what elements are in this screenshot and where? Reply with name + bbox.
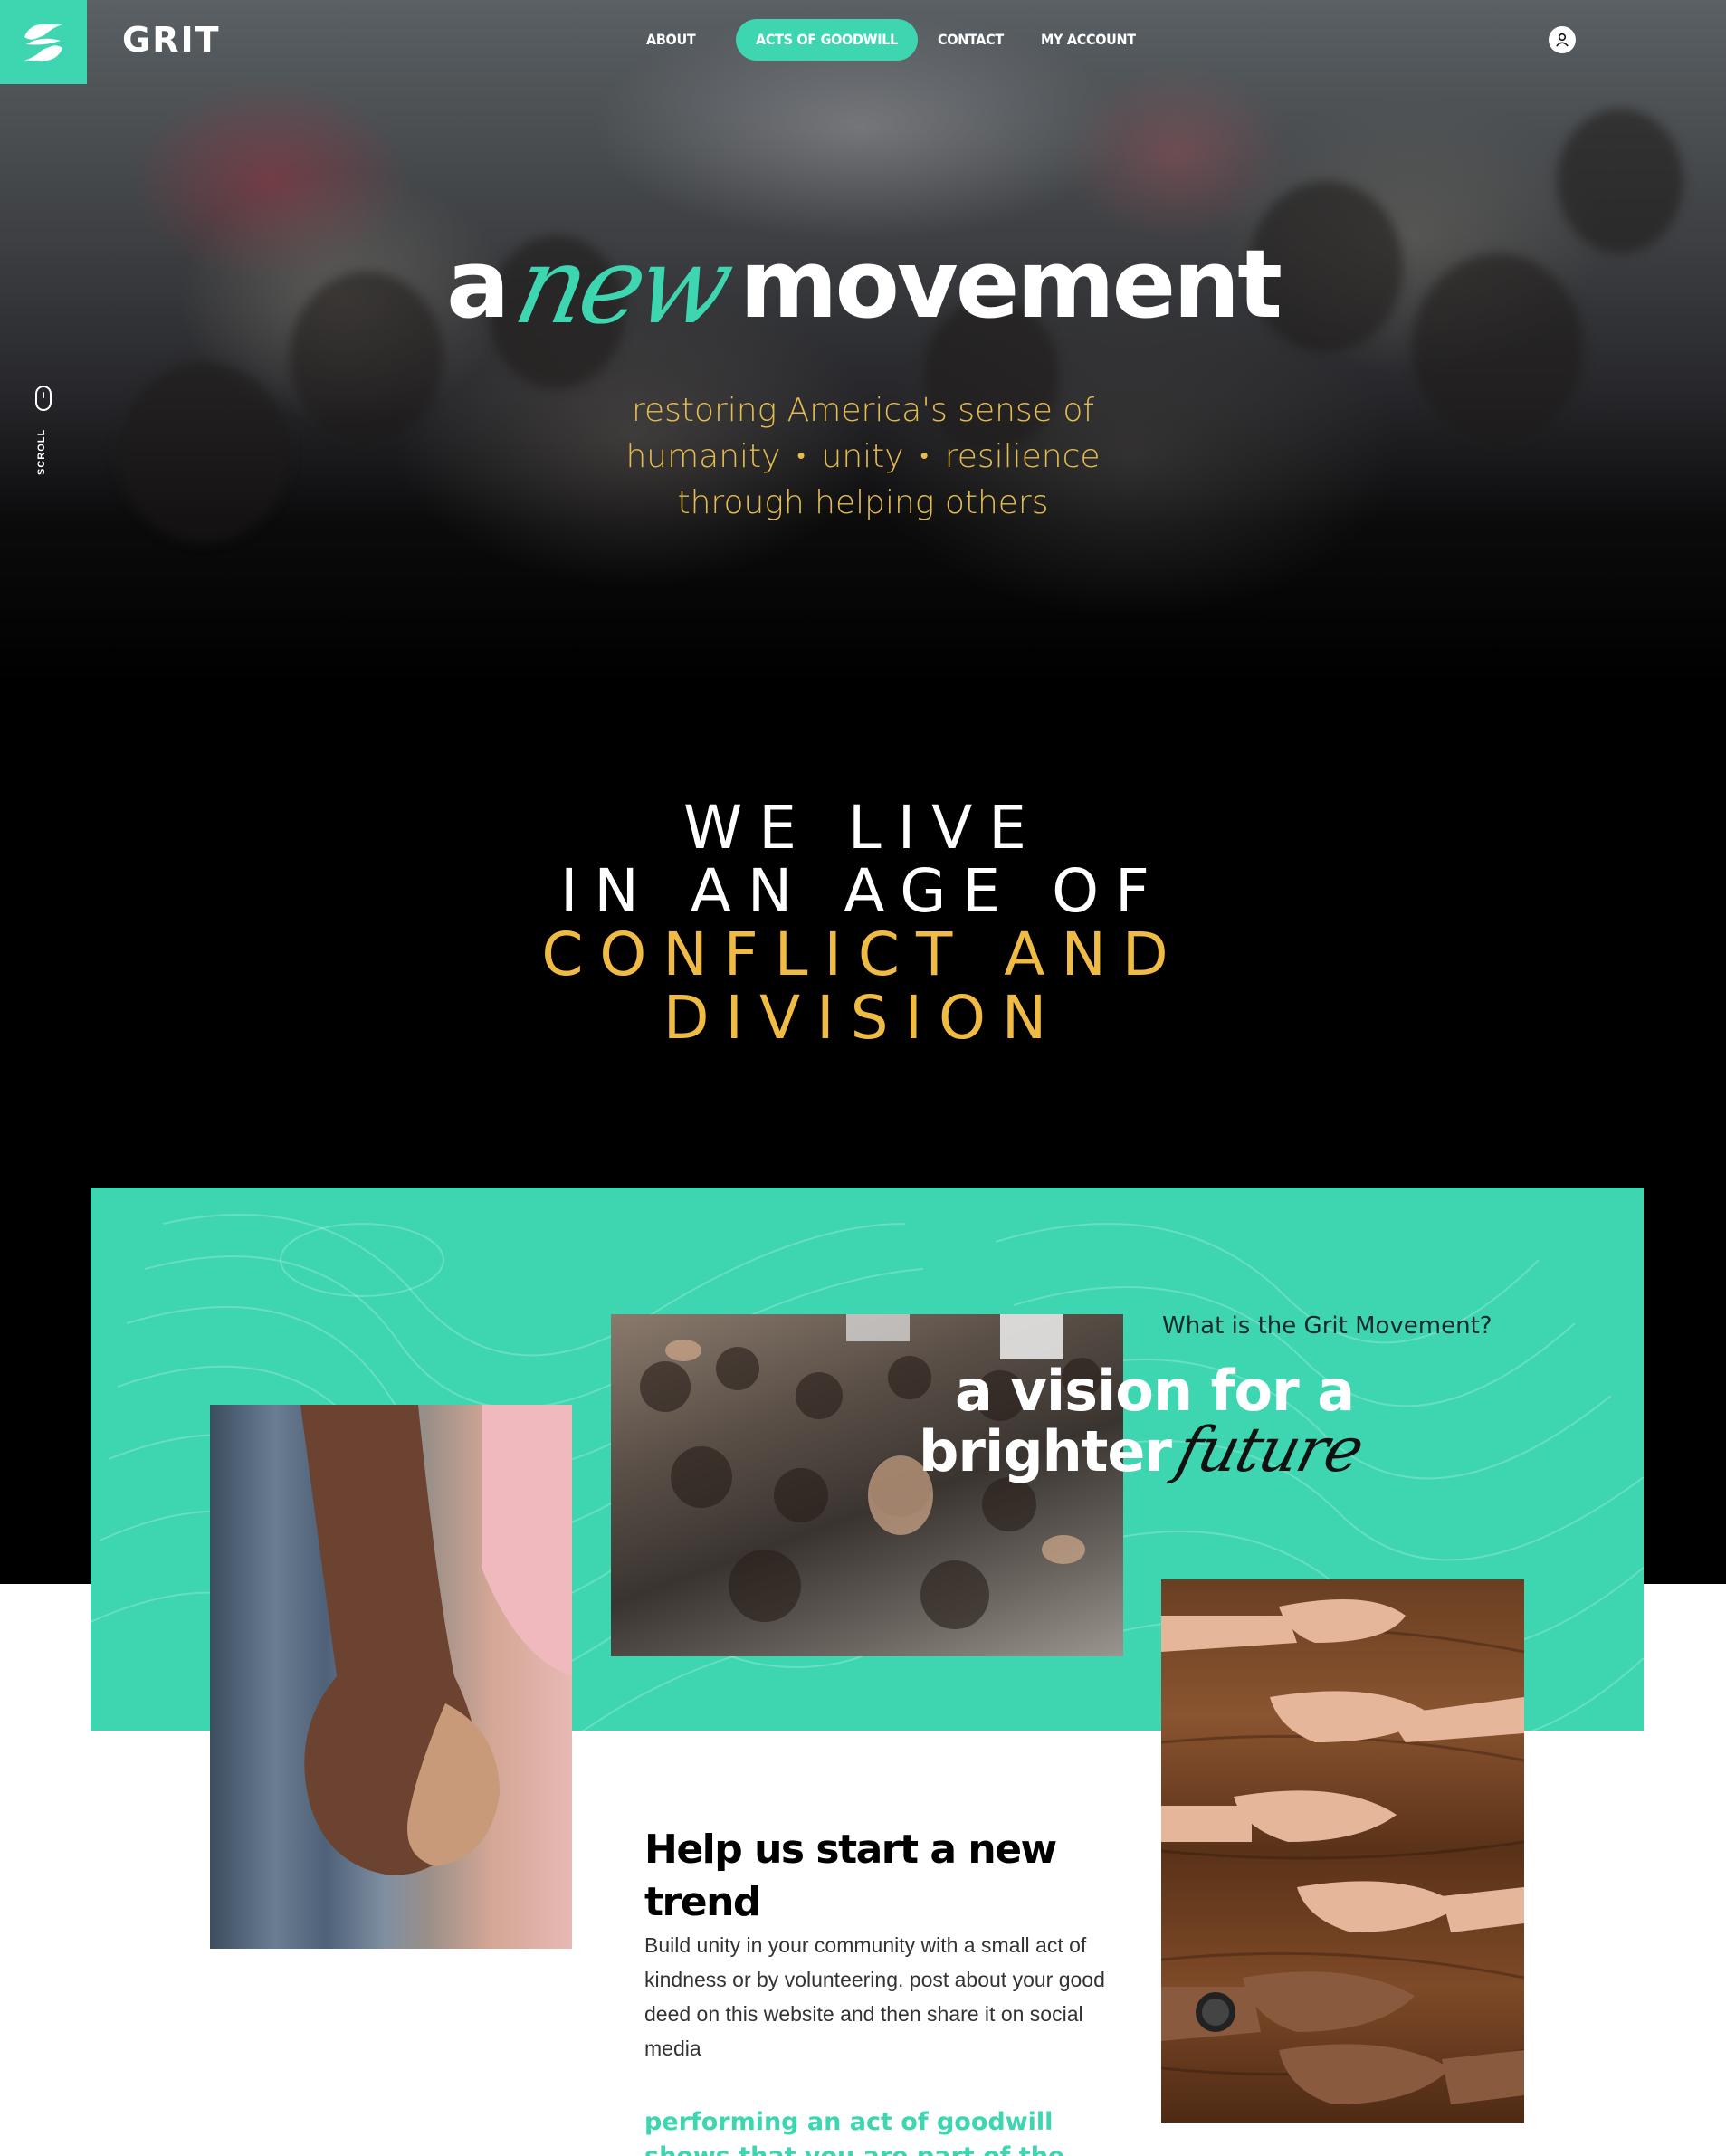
age-line-3: CONFLICT AND bbox=[541, 920, 1185, 989]
hero-title-new: new bbox=[505, 223, 739, 348]
vision-heading: a vision for a brighterfuture bbox=[919, 1361, 1369, 1487]
bullet-dot-icon: • bbox=[796, 443, 806, 470]
help-body: Build unity in your community with a sma… bbox=[644, 1933, 1105, 2060]
hero-sub-unity: unity bbox=[821, 438, 904, 475]
hero-sub-line2: humanity • unity • resilience bbox=[0, 434, 1726, 480]
nav-contact[interactable]: CONTACT bbox=[938, 19, 1004, 61]
stacked-hands-image bbox=[1161, 1599, 1524, 2104]
age-line-2: IN AN AGE OF bbox=[559, 856, 1167, 926]
help-title: Help us start a new trend bbox=[644, 1827, 1057, 1925]
user-glyph-icon bbox=[1556, 33, 1569, 47]
section-eyebrow: What is the Grit Movement? bbox=[1162, 1312, 1492, 1340]
hero-title-a: a bbox=[446, 229, 510, 339]
hero-subtitle: restoring America's sense of humanity • un… bbox=[0, 387, 1726, 526]
hero-sub-humanity: humanity bbox=[625, 438, 781, 475]
user-icon[interactable] bbox=[1549, 26, 1576, 53]
vision-brighter: brighter bbox=[919, 1418, 1172, 1484]
bullet-dot-icon: • bbox=[920, 443, 929, 470]
nav-my-account[interactable]: MY ACCOUNT bbox=[1041, 19, 1136, 61]
hero-sub-resilience: resilience bbox=[944, 438, 1101, 475]
nav-about[interactable]: ABOUT bbox=[646, 19, 696, 61]
main-nav: ABOUT ACTS OF GOODWILL CONTACT MY ACCOUN… bbox=[0, 19, 1726, 61]
hero-title-movement: movement bbox=[739, 229, 1283, 339]
age-line-1: WE LIVE bbox=[682, 793, 1044, 863]
holding-hands-photo bbox=[210, 1405, 572, 1949]
age-statement: WE LIVE IN AN AGE OF CONFLICT AND DIVISI… bbox=[0, 797, 1726, 1050]
help-cta: performing an act of goodwill shows that… bbox=[644, 2108, 1064, 2156]
hero-section bbox=[0, 0, 1726, 688]
vision-line-2: brighterfuture bbox=[919, 1415, 1369, 1486]
hero-sub-line1: restoring America's sense of bbox=[631, 392, 1095, 429]
hero-title: anewmovement bbox=[0, 217, 1726, 348]
age-line-4: DIVISION bbox=[663, 983, 1063, 1053]
nav-acts-of-goodwill[interactable]: ACTS OF GOODWILL bbox=[736, 19, 918, 61]
holding-hands-image bbox=[300, 1405, 572, 1875]
vision-future: future bbox=[1169, 1415, 1369, 1486]
hero-sub-line3: through helping others bbox=[677, 484, 1049, 521]
stacked-hands-photo bbox=[1161, 1579, 1524, 2123]
